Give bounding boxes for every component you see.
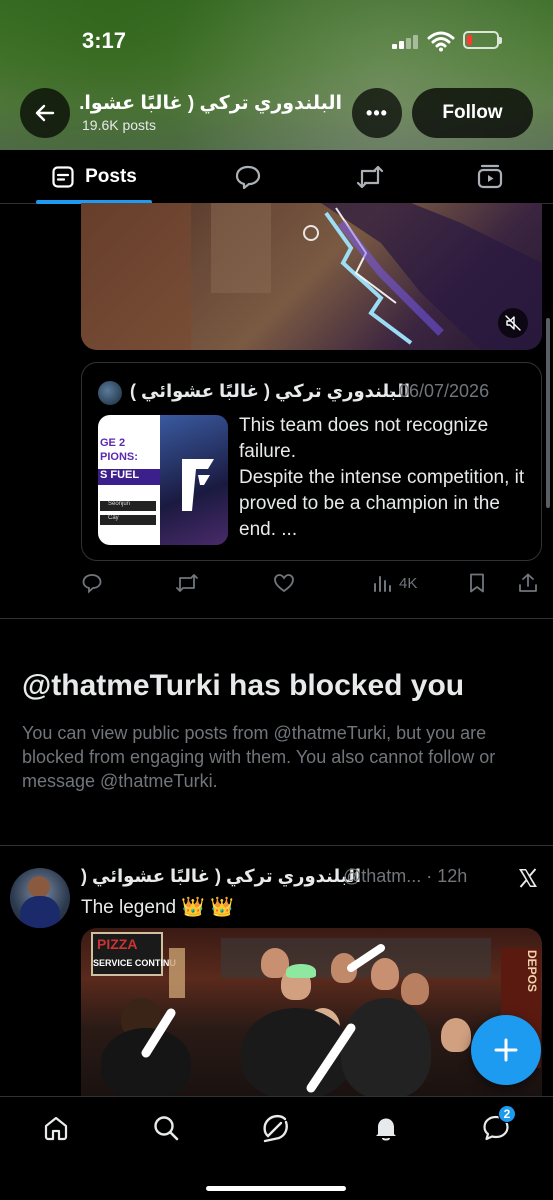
tweet-handle-time: @thatm... · 12h — [343, 866, 468, 886]
nav-notifications[interactable] — [366, 1111, 406, 1145]
bookmark-button[interactable] — [467, 572, 487, 594]
reply-button[interactable] — [81, 572, 103, 594]
mute-button[interactable] — [498, 308, 528, 338]
profile-tabs: Posts — [0, 150, 553, 204]
home-icon — [44, 1116, 68, 1141]
blocked-title: @thatmeTurki has blocked you — [22, 669, 465, 702]
quote-text-body: This team does not recognize failure. De… — [239, 415, 525, 540]
quote-avatar — [98, 381, 122, 405]
cellular-signal-icon — [392, 35, 420, 49]
tweet-actions: 4K — [81, 570, 542, 598]
share-button[interactable] — [517, 572, 539, 594]
tab-replies[interactable] — [224, 150, 272, 204]
nav-messages[interactable]: 2 — [476, 1105, 516, 1145]
avatar-head — [28, 876, 50, 898]
status-time: 3:17 — [82, 28, 127, 53]
avatar[interactable] — [10, 868, 70, 928]
repost-icon — [356, 165, 384, 189]
notifications-icon — [376, 1118, 396, 1141]
wifi-icon — [427, 30, 455, 52]
posts-icon — [52, 166, 74, 188]
tab-posts[interactable]: Posts — [36, 150, 152, 204]
quote-tweet[interactable]: البلندوري تركي ( غالبًا عشوائي ) · 06/07… — [81, 362, 542, 561]
thumb-row-2: Cay — [100, 515, 156, 525]
scribble-marks — [141, 944, 385, 1093]
blocked-body: You can view public posts from @thatmeTu… — [22, 723, 496, 791]
tab-posts-label: Posts — [85, 166, 137, 187]
thumb-row-1: Seonjun — [100, 501, 156, 511]
tab-reposts[interactable] — [346, 150, 394, 204]
quote-date: · 06/07/2026 — [388, 381, 490, 401]
more-button[interactable]: ••• — [352, 88, 402, 138]
nav-search[interactable] — [146, 1111, 186, 1145]
posts-count: 19.6K posts — [82, 117, 156, 133]
thumb-text-1: GE 2 — [100, 437, 126, 449]
tweet-text: The legend 👑 👑 — [81, 897, 234, 918]
tweet-video[interactable] — [81, 203, 542, 350]
team-logo-icon — [182, 459, 214, 511]
status-bar: 3:17 — [0, 0, 553, 80]
quote-header: البلندوري تركي ( غالبًا عشوائي ) · 06/07… — [98, 381, 528, 405]
repost-icon — [176, 574, 198, 592]
tweet-header: البلندوري تركي ( غالبًا عشوائي ( @thatm.… — [81, 866, 521, 892]
grok-icon — [263, 1114, 288, 1143]
plus-icon — [494, 1038, 518, 1062]
views-icon — [374, 576, 391, 592]
replies-icon — [235, 165, 261, 190]
nav-grok[interactable] — [256, 1111, 296, 1145]
search-icon — [154, 1116, 179, 1141]
divider — [0, 618, 553, 619]
video-frame — [81, 203, 542, 350]
like-button[interactable] — [273, 572, 295, 594]
back-button[interactable] — [20, 88, 70, 138]
more-icon: ••• — [366, 102, 388, 123]
x-logo-icon — [516, 866, 540, 890]
follow-button[interactable]: Follow — [412, 88, 533, 138]
quote-text: This team does not recognize failure. De… — [239, 413, 529, 543]
repost-button[interactable] — [175, 572, 199, 594]
heart-icon — [274, 574, 294, 593]
battery-icon — [463, 31, 502, 49]
views-button[interactable]: 4K — [371, 572, 417, 594]
divider — [0, 845, 553, 846]
bottom-nav: 2 — [0, 1096, 553, 1200]
compose-button[interactable] — [471, 1015, 541, 1085]
thumb-text-2: PIONS: — [100, 451, 138, 463]
views-count: 4K — [399, 574, 418, 592]
share-icon — [519, 573, 537, 592]
quote-author-name: البلندوري تركي ( غالبًا عشوائي ) — [130, 381, 411, 401]
profile-name: البلندوري تركي ( غالبًا عشوا... — [80, 93, 342, 114]
messages-badge: 2 — [498, 1105, 516, 1123]
reply-icon — [82, 574, 102, 594]
tweet-author-name[interactable]: البلندوري تركي ( غالبًا عشوائي ( — [81, 866, 361, 887]
bookmark-icon — [470, 573, 484, 593]
home-indicator — [206, 1186, 346, 1191]
tweet-image[interactable]: PIZZA SERVICE CONTINU DEPOS — [81, 928, 542, 1096]
quote-thumbnail: GE 2 PIONS: S FUEL Seonjun Cay — [98, 415, 228, 545]
scrollbar[interactable] — [546, 318, 550, 508]
nav-home[interactable] — [36, 1111, 76, 1145]
tab-media[interactable] — [466, 150, 514, 204]
arrow-left-icon — [35, 104, 55, 122]
thumb-text-3: S FUEL — [98, 469, 160, 485]
media-icon — [477, 164, 503, 189]
muted-speaker-icon — [505, 315, 521, 331]
avatar-body — [20, 896, 60, 928]
